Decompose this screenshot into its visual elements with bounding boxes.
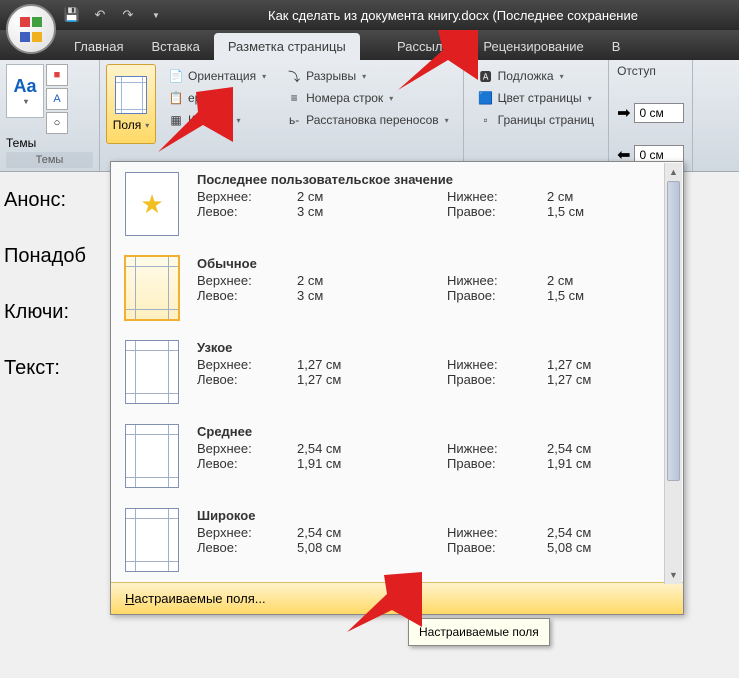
document-body: Анонс: Понадоб Ключи: Текст: [4, 172, 86, 396]
quick-access-toolbar: 💾 ↶ ↷ ▼ [60, 3, 168, 27]
margin-thumb [125, 424, 179, 488]
margin-info: Широкое Верхнее:2,54 смНижнее:2,54 см Ле… [197, 508, 669, 572]
scroll-up-icon[interactable]: ▲ [665, 163, 682, 181]
margin-preset-item[interactable]: Широкое Верхнее:2,54 смНижнее:2,54 см Ле… [111, 498, 683, 582]
qat-dropdown-icon[interactable]: ▼ [144, 3, 168, 27]
ribbon: Aa▾ ■ A ○ Темы Темы Поля▾ 📄Ориентация▾ 📋… [0, 60, 739, 172]
tab-insert[interactable]: Вставка [137, 33, 213, 60]
indent-left-input[interactable] [634, 103, 684, 123]
indent-label: Отступ [617, 64, 684, 78]
hyphenation-icon: ь‑ [286, 112, 302, 128]
tab-page-layout[interactable]: Разметка страницы [214, 33, 360, 60]
theme-colors-button[interactable]: ■ [46, 64, 68, 86]
margin-preset-item[interactable]: Среднее Верхнее:2,54 смНижнее:2,54 см Ле… [111, 414, 683, 498]
annotation-arrow-1 [388, 30, 488, 100]
hyphenation-button[interactable]: ь‑Расстановка переносов▾ [282, 110, 453, 130]
scroll-down-icon[interactable]: ▼ [665, 566, 682, 584]
themes-group-label: Темы [6, 152, 93, 168]
tab-home[interactable]: Главная [60, 33, 137, 60]
theme-effects-button[interactable]: ○ [46, 112, 68, 134]
tab-view[interactable]: В [598, 33, 635, 60]
margins-button[interactable]: Поля▾ [106, 64, 156, 144]
line-numbers-icon: ≡ [286, 90, 302, 106]
page-borders-button[interactable]: ▫Границы страниц [474, 110, 598, 130]
margin-info: Последнее пользовательское значение Верх… [197, 172, 669, 236]
margin-name: Среднее [197, 424, 669, 439]
page-color-button[interactable]: 🟦Цвет страницы▾ [474, 88, 598, 108]
tab-review[interactable]: Рецензирование [469, 33, 597, 60]
breaks-icon: ⤵ [286, 68, 302, 84]
scroll-thumb[interactable] [667, 181, 680, 481]
dropdown-scrollbar[interactable]: ▲ ▼ [664, 163, 682, 584]
theme-fonts-button[interactable]: A [46, 88, 68, 110]
page-borders-icon: ▫ [478, 112, 494, 128]
margins-icon [115, 76, 147, 114]
annotation-arrow-2 [158, 87, 238, 157]
window-title: Как сделать из документа книгу.docx (Пос… [268, 8, 638, 23]
margin-name: Последнее пользовательское значение [197, 172, 669, 187]
margin-info: Среднее Верхнее:2,54 смНижнее:2,54 см Ле… [197, 424, 669, 488]
themes-label: Темы [6, 134, 93, 152]
watermark-button[interactable]: 🅰Подложка▾ [474, 66, 598, 86]
ribbon-tabs: Главная Вставка Разметка страницы и Расс… [0, 30, 739, 60]
margin-preset-item[interactable]: Обычное Верхнее:2 смНижнее:2 см Левое:3 … [111, 246, 683, 330]
annotation-arrow-3 [342, 572, 432, 642]
themes-button[interactable]: Aa▾ [6, 64, 44, 118]
themes-group: Aa▾ ■ A ○ Темы Темы [0, 60, 100, 171]
margin-thumb-star: ★ [125, 172, 179, 236]
margin-name: Обычное [197, 256, 669, 271]
margin-info: Узкое Верхнее:1,27 смНижнее:1,27 см Лево… [197, 340, 669, 404]
indent-group: Отступ ➡ ⬅ [609, 60, 693, 171]
margins-dropdown: ★ Последнее пользовательское значение Ве… [110, 161, 684, 615]
orientation-button[interactable]: 📄Ориентация▾ [164, 66, 270, 86]
margin-info: Обычное Верхнее:2 смНижнее:2 см Левое:3 … [197, 256, 669, 320]
margin-thumb [125, 340, 179, 404]
undo-icon[interactable]: ↶ [88, 3, 112, 27]
redo-icon[interactable]: ↷ [116, 3, 140, 27]
title-bar: 💾 ↶ ↷ ▼ Как сделать из документа книгу.d… [0, 0, 739, 30]
orientation-icon: 📄 [168, 68, 184, 84]
office-button[interactable] [6, 4, 56, 54]
indent-left-icon: ➡ [617, 103, 630, 123]
margin-name: Широкое [197, 508, 669, 523]
margin-preset-item[interactable]: Узкое Верхнее:1,27 смНижнее:1,27 см Лево… [111, 330, 683, 414]
margin-name: Узкое [197, 340, 669, 355]
margin-thumb [125, 508, 179, 572]
margin-thumb [125, 256, 179, 320]
margin-preset-item[interactable]: ★ Последнее пользовательское значение Ве… [111, 162, 683, 246]
save-icon[interactable]: 💾 [60, 3, 84, 27]
